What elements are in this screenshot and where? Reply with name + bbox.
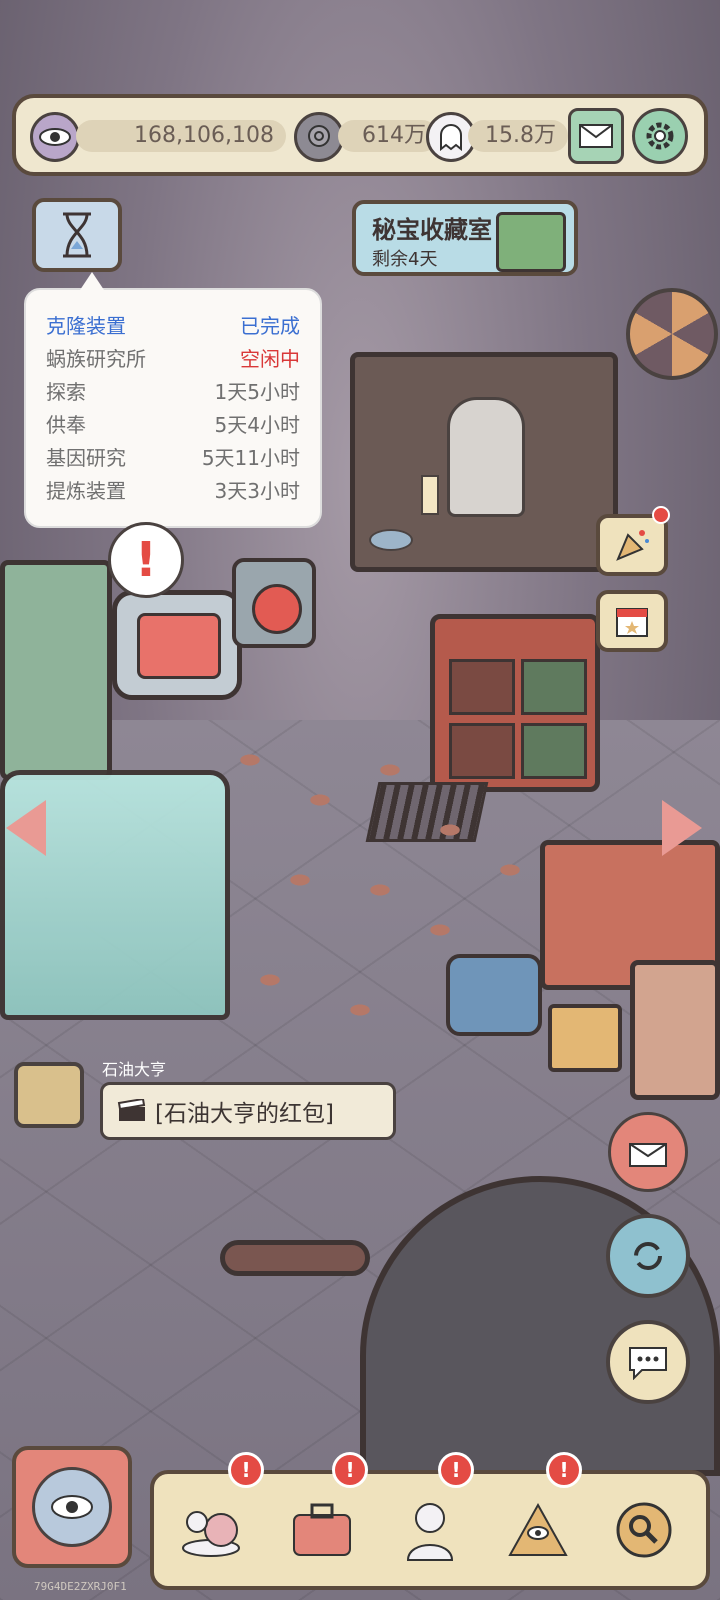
alert-exclamation-icon[interactable]: !: [108, 522, 184, 598]
shrine-cabinet[interactable]: [350, 352, 618, 572]
ghost-value: 15.8万: [485, 123, 556, 148]
pyramid-eye-icon: [508, 1502, 568, 1556]
timer-row[interactable]: 探索 1天5小时: [46, 376, 300, 409]
chat-message-bubble[interactable]: [石油大亨的红包]: [100, 1082, 396, 1140]
treasure-room-banner[interactable]: 秘宝收藏室 剩余4天: [352, 200, 578, 276]
notification-dot: [652, 506, 670, 524]
bottom-menu: ! ! ! !: [150, 1452, 710, 1590]
snail-currency-icon[interactable]: [294, 112, 344, 162]
circuit-board-icon: [496, 212, 566, 272]
banner-title: 秘宝收藏室: [372, 216, 492, 244]
chat-sender: 石油大亨: [102, 1060, 167, 1079]
pyramid-alert-badge: !: [546, 1452, 582, 1488]
chat-button[interactable]: [606, 1320, 690, 1404]
refresh-button[interactable]: [606, 1214, 690, 1298]
statue-menu-button[interactable]: [386, 1486, 474, 1574]
bust-statue-icon: [406, 1503, 454, 1561]
backpack-menu-button[interactable]: [278, 1486, 366, 1574]
timer-status: 已完成: [240, 314, 300, 338]
snail-menu-button[interactable]: [170, 1486, 258, 1574]
banner-subtitle: 剩余4天: [372, 249, 438, 270]
search-menu-button[interactable]: [600, 1486, 688, 1574]
shipping-crate[interactable]: [630, 960, 720, 1100]
snail-alert-badge: !: [228, 1452, 264, 1488]
timer-button[interactable]: [32, 198, 122, 272]
timer-row[interactable]: 提炼装置 3天3小时: [46, 475, 300, 508]
timer-row[interactable]: 蜗族研究所 空闲中: [46, 343, 300, 376]
chat-message-text: [石油大亨的红包]: [155, 1101, 334, 1127]
envelope-icon: [629, 1143, 667, 1167]
portal-button[interactable]: [12, 1446, 132, 1568]
snail-value: 614万: [362, 123, 426, 148]
timer-name: 供奉: [46, 413, 86, 437]
timer-name: 基因研究: [46, 446, 126, 470]
timer-status: 5天11小时: [201, 446, 300, 470]
calendar-icon: [616, 608, 648, 637]
device-watermark: 79G4DE2ZXRJ0F1: [34, 1580, 127, 1593]
refresh-icon: [634, 1242, 662, 1270]
statue: [447, 397, 525, 517]
calendar-button[interactable]: [596, 590, 668, 652]
backpack-alert-badge: !: [332, 1452, 368, 1488]
timer-name: 克隆装置: [46, 314, 126, 338]
timer-row[interactable]: 克隆装置 已完成: [46, 310, 300, 343]
timer-status: 空闲中: [240, 347, 300, 371]
green-cabinet[interactable]: [0, 560, 112, 780]
timer-status: 3天3小时: [214, 479, 300, 503]
ghost-counter: 15.8万: [468, 120, 568, 152]
alarm-device[interactable]: [232, 558, 316, 648]
pyramid-menu-button[interactable]: [494, 1486, 582, 1574]
timer-name: 提炼装置: [46, 479, 126, 503]
resource-bar: 168,106,108 614万 15.8万: [12, 94, 708, 176]
radiation-sign: [626, 288, 718, 380]
glass-incubator[interactable]: [0, 770, 230, 1020]
eye-icon[interactable]: [30, 112, 80, 162]
mail-icon[interactable]: [568, 108, 624, 164]
candle: [421, 475, 439, 515]
hourglass-icon: [63, 212, 91, 258]
snail-icon: [182, 1511, 240, 1557]
floor-pipe: [220, 1240, 370, 1276]
timer-status: 1天5小时: [214, 380, 300, 404]
eye-counter: 168,106,108: [76, 120, 286, 152]
chat-avatar[interactable]: [14, 1062, 84, 1128]
snail-counter: 614万: [338, 120, 438, 152]
statue-alert-badge: !: [438, 1452, 474, 1488]
fish-offering: [369, 529, 413, 551]
party-popper-icon: [616, 530, 649, 561]
timer-name: 蜗族研究所: [46, 347, 146, 371]
eye-value: 168,106,108: [134, 123, 274, 148]
suitcase-icon: [293, 1503, 351, 1556]
timer-status: 5天4小时: [214, 413, 300, 437]
clapperboard-icon: [117, 1099, 146, 1121]
timer-row[interactable]: 供奉 5天4小时: [46, 409, 300, 442]
timer-panel: 克隆装置 已完成 蜗族研究所 空闲中 探索 1天5小时 供奉 5天4小时 基因研…: [24, 272, 322, 528]
magnifier-icon: [616, 1502, 672, 1558]
timer-row[interactable]: 基因研究 5天11小时: [46, 442, 300, 475]
monitor-machine[interactable]: [112, 590, 242, 700]
speech-bubble-icon: [629, 1347, 667, 1380]
eye-portal-icon: [32, 1467, 112, 1547]
envelope-button[interactable]: [608, 1112, 688, 1192]
gear-icon[interactable]: [632, 108, 688, 164]
timer-name: 探索: [46, 380, 86, 404]
robot-vacuum[interactable]: [446, 954, 542, 1036]
small-box[interactable]: [548, 1004, 622, 1072]
